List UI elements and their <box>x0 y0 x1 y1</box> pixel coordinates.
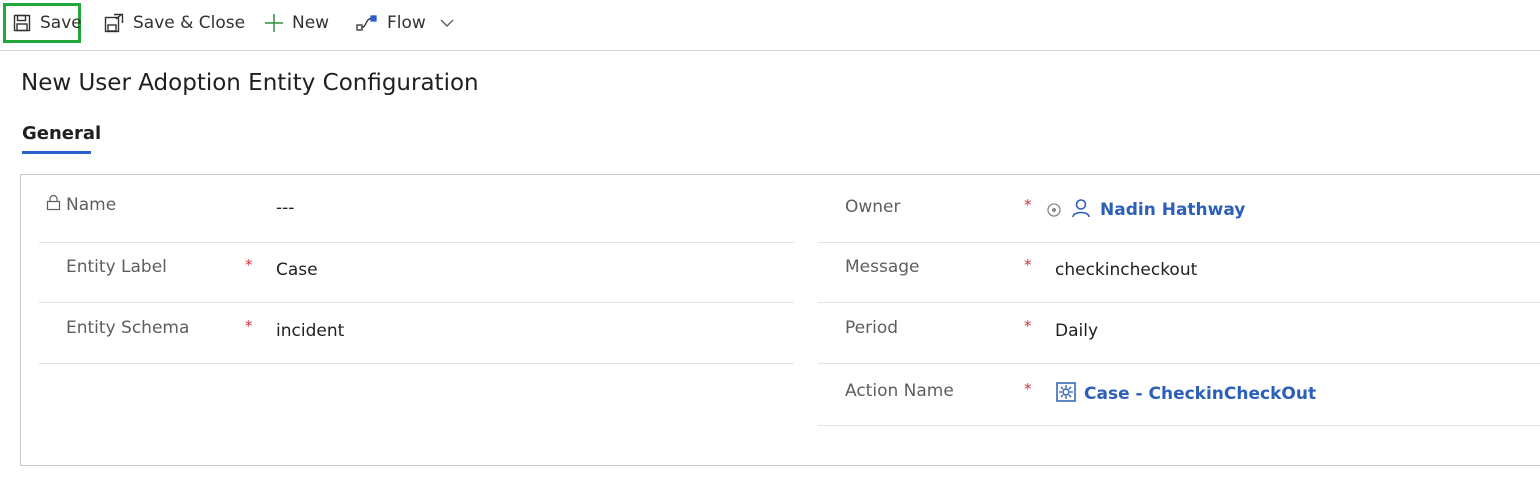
help-icon[interactable] <box>1047 202 1061 221</box>
field-period: Period * Daily <box>818 303 1540 364</box>
message-label: Message <box>845 257 920 277</box>
period-select[interactable]: Daily <box>1055 321 1098 341</box>
required-marker: * <box>1024 256 1032 274</box>
save-button[interactable]: Save <box>3 3 82 43</box>
flow-label: Flow <box>387 13 426 33</box>
required-marker: * <box>245 256 253 274</box>
field-name: Name --- <box>39 182 794 243</box>
action-name-link[interactable]: Case - CheckinCheckOut <box>1084 384 1316 404</box>
person-icon <box>1071 198 1091 222</box>
tab-selected-indicator <box>22 151 91 154</box>
required-marker: * <box>245 317 253 335</box>
save-close-icon <box>104 13 124 33</box>
save-label: Save <box>40 13 82 33</box>
flow-dropdown-button[interactable] <box>438 0 456 46</box>
required-marker: * <box>1024 380 1032 398</box>
flow-button[interactable]: Flow <box>356 0 426 46</box>
required-marker: * <box>1024 196 1032 214</box>
field-owner: Owner * Nadin Hathway <box>818 182 1540 243</box>
page-title: New User Adoption Entity Configuration <box>21 70 479 96</box>
field-entity-label: Entity Label * Case <box>39 242 794 303</box>
new-button[interactable]: New <box>264 0 329 46</box>
entity-label-label: Entity Label <box>66 257 167 277</box>
chevron-down-icon <box>438 14 456 32</box>
message-input[interactable]: checkincheckout <box>1055 260 1197 280</box>
name-label: Name <box>66 195 117 215</box>
save-close-label: Save & Close <box>133 13 246 33</box>
required-marker: * <box>1024 317 1032 335</box>
field-entity-schema: Entity Schema * incident <box>39 303 794 364</box>
command-bar: Save Save & Close New Flow <box>0 0 1540 51</box>
entity-icon <box>1056 382 1076 406</box>
field-message: Message * checkincheckout <box>818 242 1540 303</box>
owner-label: Owner <box>845 197 901 217</box>
flow-icon <box>356 14 378 32</box>
entity-schema-input[interactable]: incident <box>276 321 344 341</box>
entity-label-input[interactable]: Case <box>276 260 318 280</box>
save-and-close-button[interactable]: Save & Close <box>104 0 245 46</box>
field-action-name: Action Name * Case - CheckinCheckOut <box>818 364 1540 426</box>
period-label: Period <box>845 318 899 338</box>
owner-link[interactable]: Nadin Hathway <box>1100 200 1245 220</box>
save-icon <box>13 14 31 32</box>
lock-icon <box>46 194 61 215</box>
name-value[interactable]: --- <box>276 198 294 218</box>
entity-schema-label: Entity Schema <box>66 318 190 338</box>
plus-icon <box>264 13 284 33</box>
tab-general[interactable]: General <box>22 123 101 144</box>
new-label: New <box>292 13 330 33</box>
action-name-label: Action Name <box>845 381 954 401</box>
